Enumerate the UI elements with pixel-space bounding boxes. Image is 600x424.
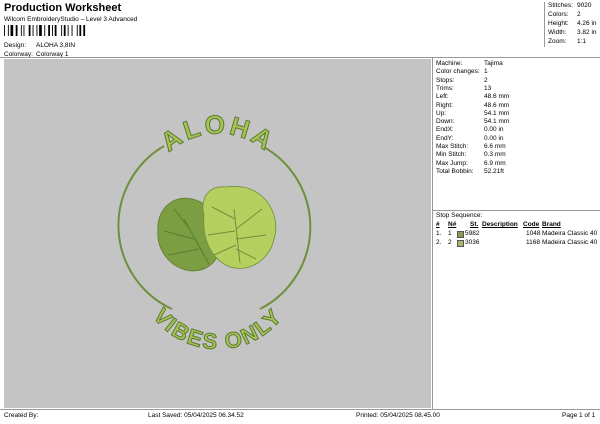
last-saved: Last Saved: 05/04/2025 06.34.52 [148,412,244,419]
col-st: St. [470,221,479,228]
summary-zoom: Zoom: 1:1 [548,38,587,45]
machine-info-row: Machine: Tajima [436,60,503,67]
stop-divider [433,210,600,211]
embroidery-design: ALOHA VIBES ONLY [117,109,312,355]
barcode-bar [79,25,82,36]
col-desc: Description [482,221,518,228]
machine-info-row: EndY: 0.00 in [436,134,504,142]
barcode-bar [15,25,18,36]
design-value: ALOHA 3,8IN [36,42,76,49]
barcode-bar [23,25,25,36]
software-subtitle: Wilcom EmbroideryStudio – Level 3 Advanc… [4,16,138,23]
printed-date: Printed: 05/04/2025 08.45.00 [356,412,440,419]
barcode-bar [32,25,34,36]
barcode-bar [7,25,9,36]
col-code: Code [523,221,540,228]
machine-info-row: Max Jump: 6.9 mm [436,159,506,167]
header-divider [0,57,600,58]
machine-info-row: Up: 54.1 mm [436,109,510,117]
thread-swatch [457,240,464,247]
aloha-text: ALOHA [155,109,281,157]
barcode-bar [44,25,46,36]
footer-divider [0,409,600,410]
barcode-bar [39,25,42,36]
barcode-bar [61,25,63,36]
barcode-bar [36,25,38,36]
page-number: Page 1 of 1 [562,412,596,419]
barcode-bar [54,25,57,36]
col-num: # [436,221,440,228]
created-by: Created By: [4,412,39,419]
barcode-bar [76,25,78,36]
col-brand: Brand [542,221,561,228]
design-preview: ALOHA VIBES ONLY [4,59,431,408]
barcode-bar [67,25,69,36]
machine-info-row: Right: 48.6 mm [436,101,510,109]
machine-info-row: Stops: 2 [436,76,488,84]
design-row: Design: ALOHA 3,8IN [4,42,75,50]
vibes-only-text: VIBES ONLY [149,303,288,354]
machine-info-row: Min Stitch: 0.3 mm [436,151,506,159]
page-title: Production Worksheet [4,2,122,14]
monstera-leaves [157,186,277,272]
barcode-bar [71,25,73,36]
barcode-bar [83,25,86,36]
machine-info-panel: Machine: Tajima Color changes: 1 Stops: 2 Trim… [433,59,600,408]
thread-swatch [457,231,464,238]
machine-info-row: Left: 48.6 mm [436,93,510,101]
barcode-bar [52,25,53,36]
stop-sequence-title: Stop Sequence: [436,212,483,219]
machine-info-row: Color changes: 1 [436,68,488,76]
barcode-bar [4,25,5,36]
machine-info-row: Max Stitch: 6.6 mm [436,143,506,150]
machine-info-row: Trims: 13 [436,84,492,92]
barcode-bar [20,25,22,36]
machine-info-row: Down: 54.1 mm [436,118,510,126]
summary-stitches: Stitches: 9020 [548,2,592,9]
summary-panel: Stitches: 9020 Colors: 2 Height: 4.26 in Wi… [544,2,600,47]
summary-width: Width: 3.82 in [548,29,597,36]
summary-height: Height: 4.26 in [548,20,597,27]
summary-colors: Colors: 2 [548,11,581,18]
barcode-bar [10,25,14,36]
barcode-bar [28,25,31,36]
design-label: Design: [4,42,27,49]
barcode-bar [63,25,66,36]
machine-info-row: EndX: 0.00 in [436,126,504,134]
barcode-bar [48,25,50,36]
barcode [4,25,86,36]
col-n: N# [448,221,457,228]
machine-info-row: Total Bobbin: 52.21ft [436,167,504,175]
